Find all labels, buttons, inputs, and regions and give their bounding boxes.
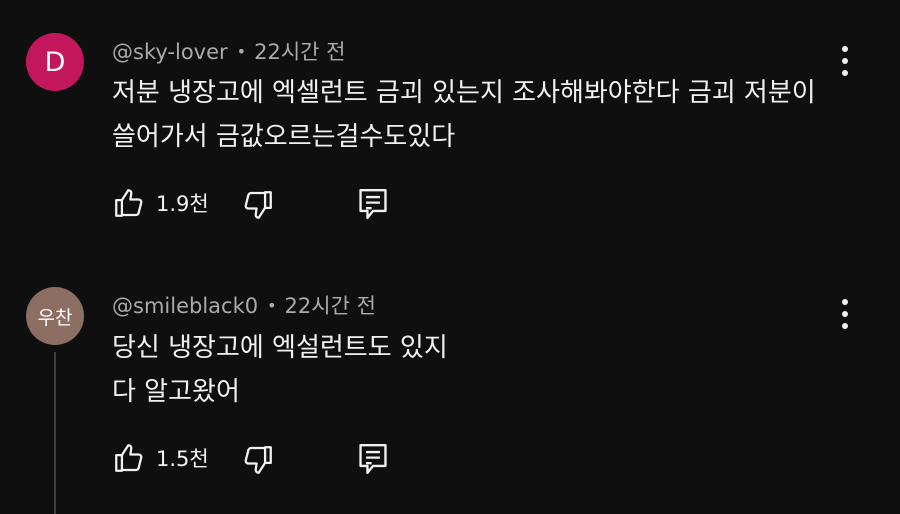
more-vert-icon[interactable] (835, 297, 855, 331)
author-handle[interactable]: @sky-lover (112, 40, 228, 64)
reply-button[interactable] (356, 186, 390, 222)
comment-text: 당신 냉장고에 엑설런트도 있지 다 알고왔어 (112, 326, 448, 414)
like-button[interactable]: 1.9천 (112, 186, 209, 220)
comment-meta: @sky-lover • 22시간 전 (112, 36, 345, 66)
reply-button[interactable] (356, 441, 390, 477)
comment-text-line: 쓸어가서 금값오르는걸수도있다 (112, 122, 456, 152)
comment-text-line: 다 알고왔어 (112, 377, 240, 407)
dislike-button[interactable] (241, 188, 275, 222)
comment-meta: @smileblack0 • 22시간 전 (112, 290, 376, 320)
reply-icon (356, 186, 390, 222)
thumbs-up-icon (112, 441, 146, 475)
comment-1: D @sky-lover • 22시간 전 저분 냉장고에 엑셀런트 금괴 있는지 … (0, 0, 900, 250)
meta-separator: • (236, 42, 247, 61)
dislike-button[interactable] (241, 443, 275, 477)
thumbs-down-icon (241, 188, 275, 222)
more-vert-icon[interactable] (835, 44, 855, 78)
avatar[interactable]: 우찬 (26, 287, 84, 345)
comment-2: 우찬 @smileblack0 • 22시간 전 당신 냉장고에 엑설런트도 있지 … (0, 250, 900, 514)
thumbs-down-icon (241, 443, 275, 477)
avatar[interactable]: D (26, 33, 84, 91)
thumbs-up-icon (112, 186, 146, 220)
reply-icon (356, 441, 390, 477)
like-count: 1.5천 (156, 447, 209, 471)
reply-thread-line (54, 352, 56, 514)
avatar-letter: D (44, 46, 66, 78)
comment-text: 저분 냉장고에 엑셀런트 금괴 있는지 조사해봐야한다 금괴 저분이 쓸어가서 … (112, 71, 816, 159)
comment-time[interactable]: 22시간 전 (285, 294, 376, 318)
comment-text-line: 저분 냉장고에 엑셀런트 금괴 있는지 조사해봐야한다 금괴 저분이 (112, 78, 816, 108)
comment-time[interactable]: 22시간 전 (254, 40, 345, 64)
like-count: 1.9천 (156, 192, 209, 216)
comment-text-line: 당신 냉장고에 엑설런트도 있지 (112, 333, 448, 363)
meta-separator: • (267, 296, 277, 315)
like-button[interactable]: 1.5천 (112, 441, 209, 475)
author-handle[interactable]: @smileblack0 (112, 294, 258, 318)
avatar-letter: 우찬 (37, 306, 73, 329)
